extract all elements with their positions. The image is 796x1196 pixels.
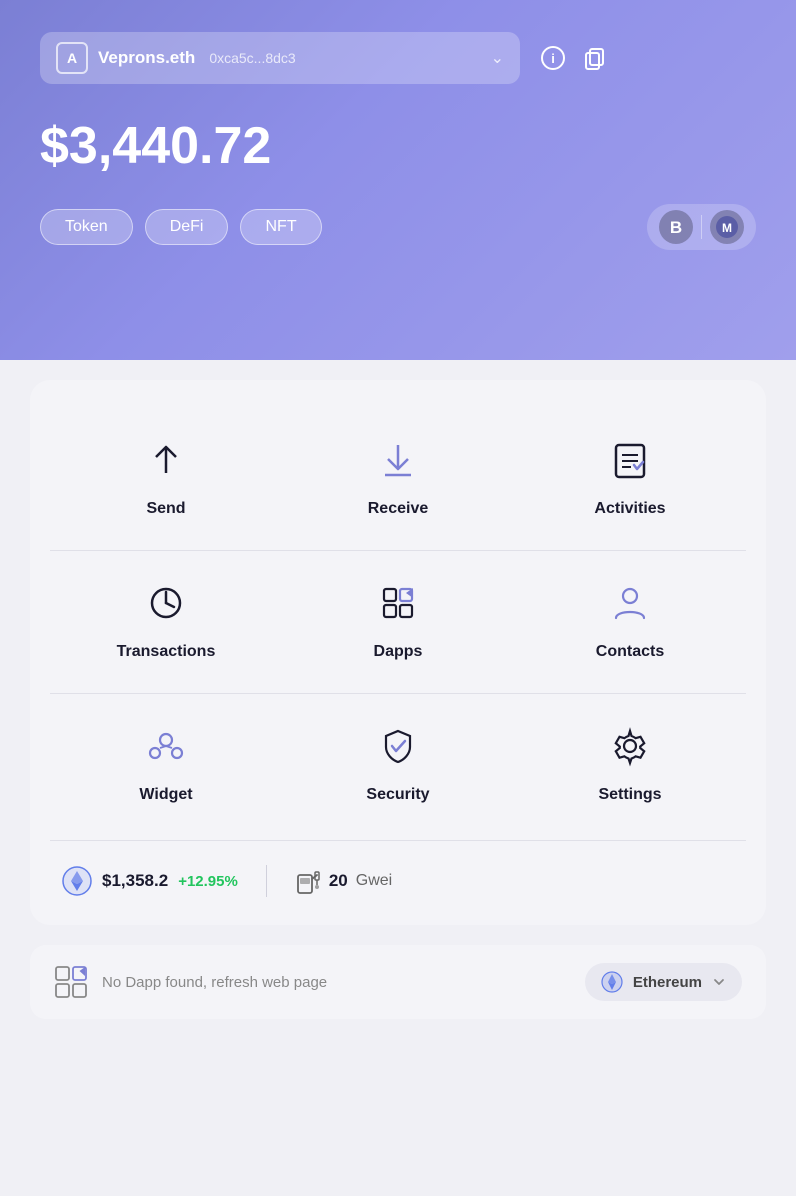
dapps-icon bbox=[370, 575, 426, 631]
security-icon bbox=[370, 718, 426, 774]
gas-value: 20 bbox=[329, 871, 348, 891]
eth-logo bbox=[62, 866, 92, 896]
security-button[interactable]: Security bbox=[282, 698, 514, 832]
settings-icon bbox=[602, 718, 658, 774]
eth-price-value: $1,358.2 bbox=[102, 871, 168, 891]
transactions-icon bbox=[138, 575, 194, 631]
network-selector[interactable]: Ethereum bbox=[585, 963, 742, 1001]
receive-label: Receive bbox=[368, 500, 429, 518]
settings-button[interactable]: Settings bbox=[514, 698, 746, 832]
eth-price-info: $1,358.2 +12.95% bbox=[62, 866, 238, 896]
actions-grid: Send Receive A bbox=[50, 412, 746, 546]
tab-token[interactable]: Token bbox=[40, 209, 133, 245]
eth-selector-icon bbox=[601, 971, 623, 993]
contacts-icon bbox=[602, 575, 658, 631]
transactions-button[interactable]: Transactions bbox=[50, 555, 282, 689]
dapps-bar-icon bbox=[54, 965, 88, 999]
wallet-address: 0xca5c...8dc3 bbox=[209, 50, 295, 66]
tab-nft[interactable]: NFT bbox=[240, 209, 321, 245]
main-card: Send Receive A bbox=[30, 380, 766, 925]
activities-label: Activities bbox=[594, 500, 665, 518]
activities-icon bbox=[602, 432, 658, 488]
no-dapp-message: No Dapp found, refresh web page bbox=[102, 974, 571, 991]
info-icon[interactable]: i bbox=[540, 45, 566, 71]
network-chevron-icon bbox=[712, 975, 726, 989]
address-bar[interactable]: A Veprons.eth 0xca5c...8dc3 ⌄ bbox=[40, 32, 520, 84]
send-icon bbox=[138, 432, 194, 488]
grid-divider-2 bbox=[50, 693, 746, 694]
eth-price-change: +12.95% bbox=[178, 873, 238, 890]
wallet-name: Veprons.eth bbox=[98, 48, 195, 68]
header-section: A Veprons.eth 0xca5c...8dc3 ⌄ i $3,440.7… bbox=[0, 0, 796, 360]
contacts-label: Contacts bbox=[596, 643, 664, 661]
actions-grid-row2: Transactions Dapps Contac bbox=[50, 555, 746, 689]
security-label: Security bbox=[366, 786, 429, 804]
widget-icon bbox=[138, 718, 194, 774]
gas-unit: Gwei bbox=[356, 872, 392, 890]
gas-icon bbox=[295, 867, 321, 895]
stats-row: $1,358.2 +12.95% 20 Gwei bbox=[50, 845, 746, 905]
dapps-button[interactable]: Dapps bbox=[282, 555, 514, 689]
header-action-icons: i bbox=[540, 45, 608, 71]
dapps-label: Dapps bbox=[374, 643, 423, 661]
tab-defi[interactable]: DeFi bbox=[145, 209, 229, 245]
activities-button[interactable]: Activities bbox=[514, 412, 746, 546]
network-name: Ethereum bbox=[633, 974, 702, 991]
copy-icon[interactable] bbox=[582, 45, 608, 71]
tabs-row: Token DeFi NFT B M bbox=[40, 204, 756, 250]
contacts-button[interactable]: Contacts bbox=[514, 555, 746, 689]
grid-divider-1 bbox=[50, 550, 746, 551]
wallet-avatar: A bbox=[56, 42, 88, 74]
svg-text:B: B bbox=[670, 218, 682, 237]
stats-vertical-divider bbox=[266, 865, 267, 897]
svg-text:i: i bbox=[551, 51, 555, 66]
send-label: Send bbox=[146, 500, 185, 518]
address-chevron-icon[interactable]: ⌄ bbox=[491, 48, 504, 68]
widget-button[interactable]: Widget bbox=[50, 698, 282, 832]
partner-b-icon[interactable]: B bbox=[659, 210, 693, 244]
partner-icons: B M bbox=[647, 204, 756, 250]
transactions-label: Transactions bbox=[117, 643, 216, 661]
settings-label: Settings bbox=[598, 786, 661, 804]
bottom-dapp-bar: No Dapp found, refresh web page Ethereum bbox=[30, 945, 766, 1019]
actions-grid-row3: Widget Security Settings bbox=[50, 698, 746, 832]
svg-text:M: M bbox=[722, 221, 732, 235]
partner-divider bbox=[701, 215, 702, 239]
receive-icon bbox=[370, 432, 426, 488]
send-button[interactable]: Send bbox=[50, 412, 282, 546]
balance-display: $3,440.72 bbox=[40, 116, 756, 176]
receive-button[interactable]: Receive bbox=[282, 412, 514, 546]
stats-divider bbox=[50, 840, 746, 841]
partner-m-icon[interactable]: M bbox=[710, 210, 744, 244]
gas-info: 20 Gwei bbox=[295, 867, 392, 895]
widget-label: Widget bbox=[139, 786, 192, 804]
